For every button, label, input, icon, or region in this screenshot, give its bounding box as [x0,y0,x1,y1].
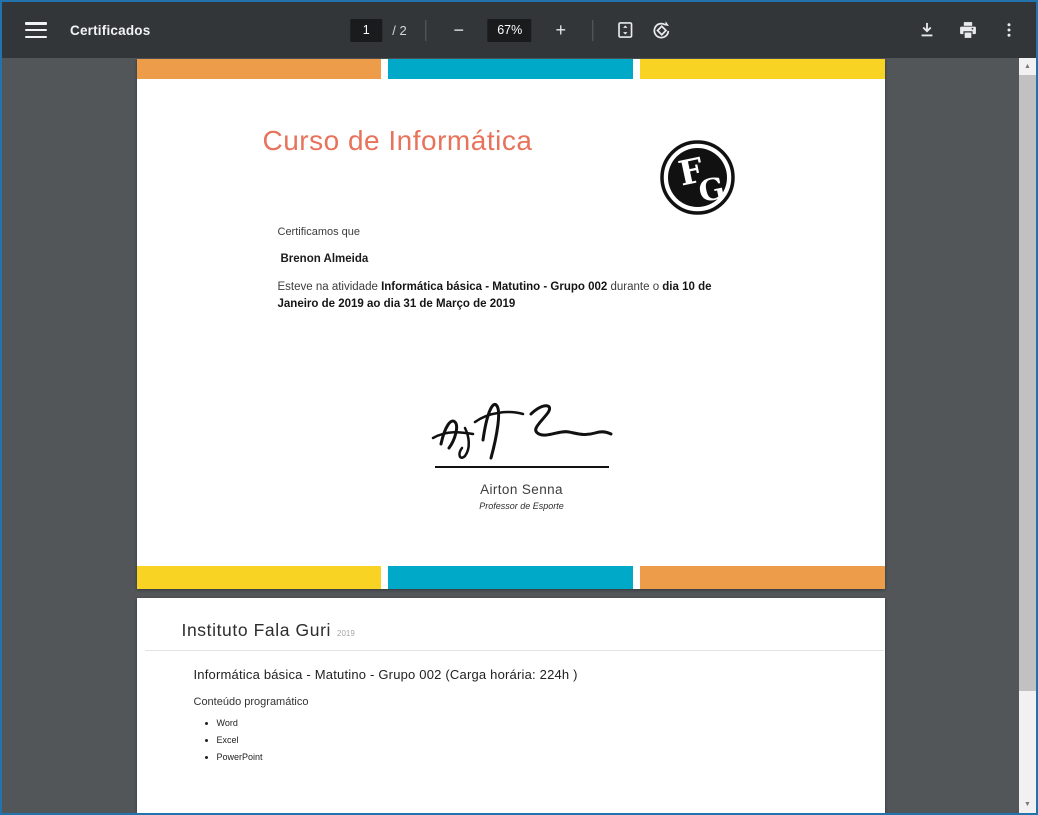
toolbar-separator [425,19,427,41]
bar-orange [136,59,382,79]
course-description: Informática básica - Matutino - Grupo 00… [193,667,578,682]
institute-name: Instituto Fala Guri [181,620,332,640]
signature-image [431,403,612,460]
decorative-bars-bottom [136,566,885,589]
scrollbar-thumb[interactable] [1019,75,1036,691]
certificate-page-2: Instituto Fala Guri 2019 Informática bás… [136,598,885,813]
pdf-viewer-area: Curso de Informática F G Certificamos qu… [2,58,1036,813]
content-label: Conteúdo programático [193,696,309,708]
bar-orange [639,566,885,589]
zoom-out-button[interactable]: − [446,17,472,43]
certify-label: Certificamos que [277,226,361,238]
zoom-in-button[interactable]: + [548,17,574,43]
print-icon[interactable] [955,17,981,43]
bar-yellow [639,59,885,79]
list-item: Excel [217,735,885,745]
certificate-page-1: Curso de Informática F G Certificamos qu… [136,59,885,589]
zoom-level-input[interactable] [487,18,532,42]
pdf-toolbar: Certificados / 2 − + [2,2,1036,58]
signature-line [434,466,609,468]
bar-yellow [136,566,382,589]
decorative-bars-top [136,59,885,79]
fit-to-page-icon[interactable] [613,17,639,43]
scroll-up-button[interactable]: ▲ [1019,58,1036,75]
page-total-label: / 2 [392,22,407,38]
list-item: Word [217,718,885,728]
signer-name: Airton Senna [480,481,563,497]
programme-list: Word Excel PowerPoint [217,718,885,762]
student-name: Brenon Almeida [280,253,369,265]
bar-teal [388,59,633,79]
institute-year: 2019 [337,629,355,638]
activity-name: Informática básica - Matutino - Grupo 00… [381,281,608,293]
scroll-down-button[interactable]: ▼ [1019,796,1036,813]
institute-logo: F G [659,140,735,215]
download-icon[interactable] [914,17,940,43]
certificate-body: Esteve na atividade Informática básica -… [277,281,712,310]
rotate-icon[interactable] [649,17,675,43]
toolbar-separator [592,19,594,41]
signer-role: Professor de Esporte [479,500,564,511]
document-title: Certificados [70,22,151,38]
certificate-title: Curso de Informática [262,125,533,156]
signature-block: Airton Senna Professor de Esporte [397,392,647,511]
list-item: PowerPoint [217,752,885,762]
more-vertical-icon[interactable] [996,17,1022,43]
vertical-scrollbar[interactable]: ▲ ▼ [1019,58,1036,813]
menu-icon[interactable] [25,22,47,38]
page-number-input[interactable] [350,18,383,42]
bar-teal [388,566,633,589]
